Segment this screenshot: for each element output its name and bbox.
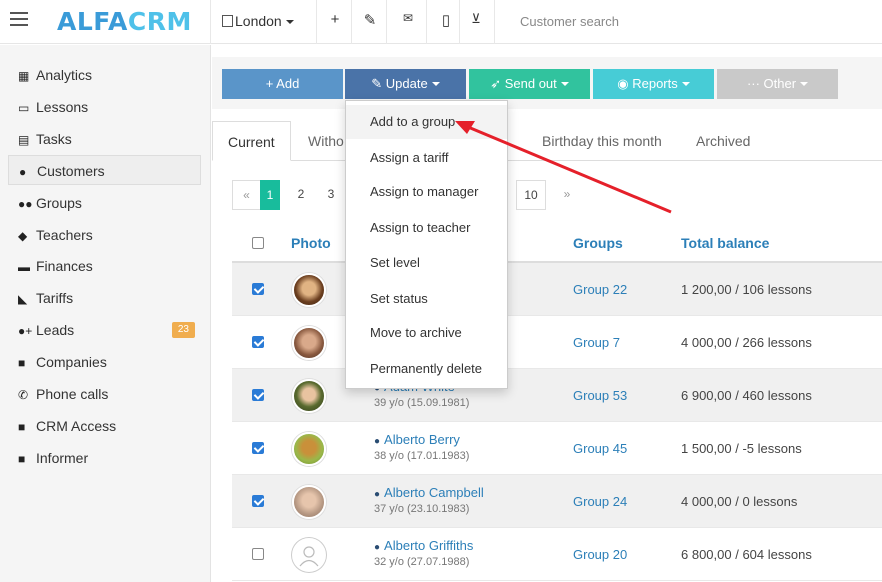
annotation-arrow-icon — [455, 121, 672, 214]
